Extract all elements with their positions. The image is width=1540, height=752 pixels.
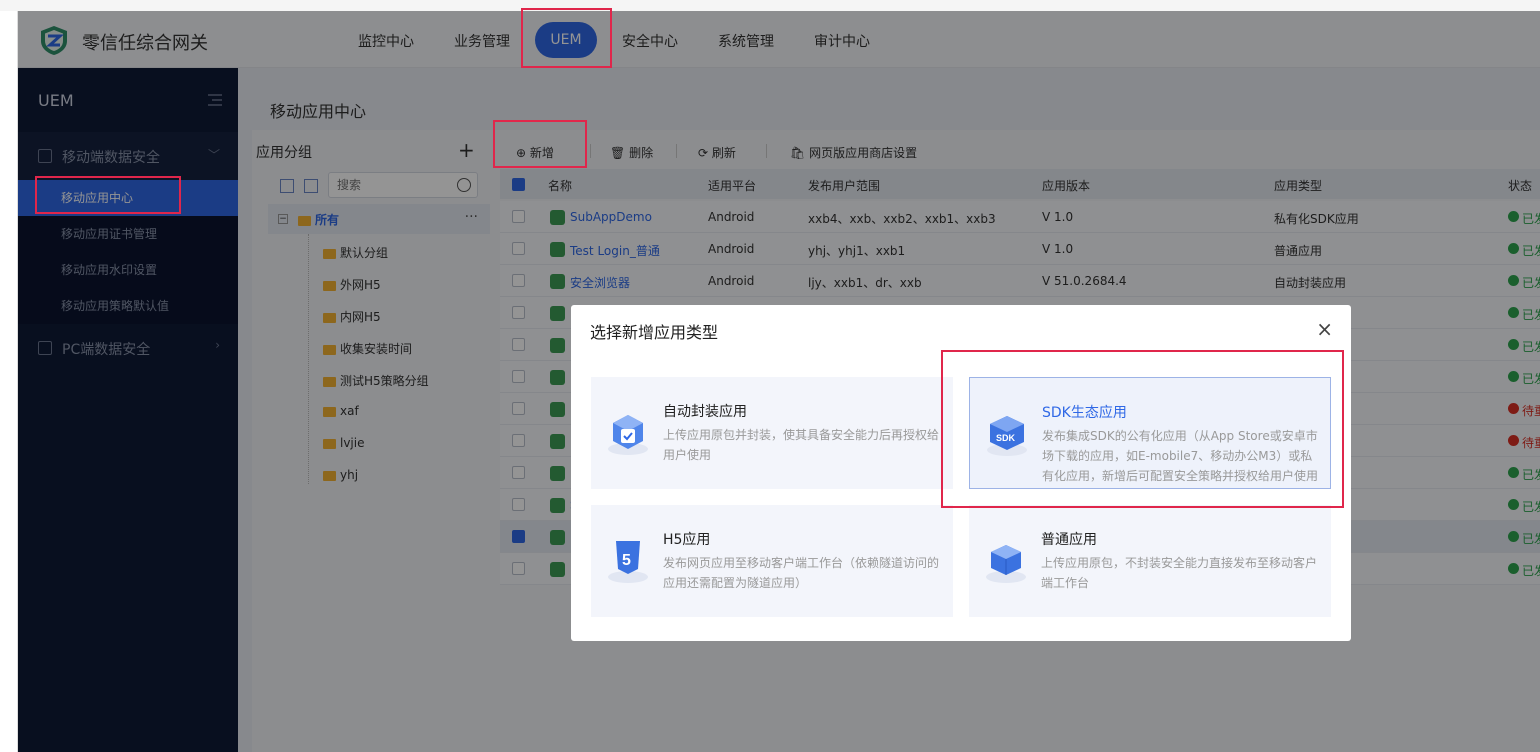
browser-side-strip: [0, 11, 18, 752]
card-desc: 上传应用原包并封装，使其具备安全能力后再授权给用户使用: [663, 428, 940, 462]
close-icon[interactable]: ×: [1316, 317, 1333, 341]
card-sdk-app[interactable]: SDK SDK生态应用 发布集成SDK的公有化应用（从App Store或安卓市…: [969, 377, 1331, 489]
wrap-cube-icon: [608, 415, 648, 455]
html5-icon: 5: [608, 541, 648, 583]
card-title: SDK生态应用: [1042, 405, 1127, 421]
card-auto-wrap-app[interactable]: 自动封装应用 上传应用原包并封装，使其具备安全能力后再授权给用户使用: [591, 377, 953, 489]
card-normal-app[interactable]: 普通应用 上传应用原包，不封装安全能力直接发布至移动客户端工作台: [969, 505, 1331, 617]
card-desc: 发布集成SDK的公有化应用（从App Store或安卓市场下载的应用，如E-mo…: [1042, 429, 1319, 483]
box-icon: [986, 545, 1026, 583]
card-title: 自动封装应用: [663, 404, 747, 420]
card-desc: 发布网页应用至移动客户端工作台（依赖隧道访问的应用还需配置为隧道应用）: [663, 556, 940, 590]
card-h5-app[interactable]: 5 H5应用 发布网页应用至移动客户端工作台（依赖隧道访问的应用还需配置为隧道应…: [591, 505, 953, 617]
card-title: H5应用: [663, 532, 711, 548]
card-title: 普通应用: [1041, 532, 1097, 548]
dialog-title: 选择新增应用类型: [590, 323, 719, 342]
svg-text:5: 5: [622, 552, 631, 569]
bookmarks-bar: [0, 0, 1540, 11]
svg-text:SDK: SDK: [996, 433, 1016, 443]
sdk-cube-icon: SDK: [987, 416, 1027, 456]
card-desc: 上传应用原包，不封装安全能力直接发布至移动客户端工作台: [1041, 556, 1318, 590]
add-app-type-dialog: 选择新增应用类型 × 自动封装应用 上传应用原包并封装，使其具备安全能力后再授权…: [571, 305, 1351, 641]
